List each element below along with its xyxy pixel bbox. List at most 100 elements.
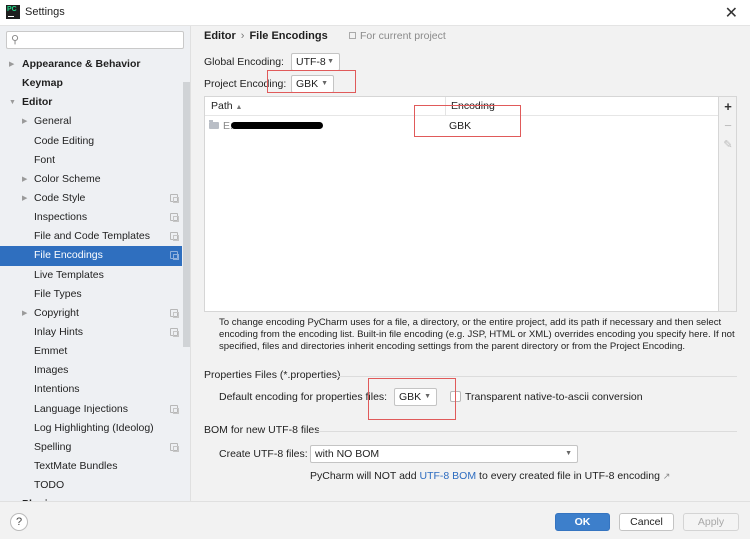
settings-search-box[interactable]: ⚲ <box>6 31 184 49</box>
table-header: Path ▲ Encoding <box>205 97 718 116</box>
sidebar-item-inspections[interactable]: Inspections <box>0 208 182 227</box>
sidebar-item-copyright[interactable]: ▶ Copyright <box>0 304 182 323</box>
chevron-down-icon: ▼ <box>321 80 328 87</box>
create-utf8-files-label: Create UTF-8 files: <box>219 448 308 460</box>
help-button[interactable]: ? <box>10 513 28 531</box>
sidebar-item-font[interactable]: Font <box>0 151 182 170</box>
sidebar-item-images[interactable]: Images <box>0 361 182 380</box>
sidebar-item-code-editing[interactable]: Code Editing <box>0 132 182 151</box>
sidebar-item-editor[interactable]: ▼ Editor <box>0 93 182 112</box>
breadcrumb-parent: Editor <box>204 30 236 42</box>
sidebar-item-code-style[interactable]: ▶ Code Style <box>0 189 182 208</box>
row-encoding[interactable]: GBK <box>449 120 471 132</box>
sidebar-item-label: Code Editing <box>34 134 95 147</box>
collapsed-arrow-icon[interactable]: ▶ <box>22 189 27 208</box>
utf8-bom-link[interactable]: UTF-8 BOM <box>420 470 477 482</box>
sidebar-item-log-highlighting-ideolog[interactable]: Log Highlighting (Ideolog) <box>0 419 182 438</box>
external-link-icon: ↗ <box>662 471 671 481</box>
sidebar-item-general[interactable]: ▶ General <box>0 112 182 131</box>
project-scope-icon <box>349 32 356 39</box>
collapsed-arrow-icon[interactable]: ▶ <box>22 170 27 189</box>
ok-button[interactable]: OK <box>555 513 610 531</box>
redacted-path-mark <box>231 122 323 129</box>
bom-group-title: BOM for new UTF-8 files <box>204 424 320 436</box>
global-encoding-select[interactable]: UTF-8 ▼ <box>291 53 340 71</box>
search-icon: ⚲ <box>11 34 20 46</box>
properties-encoding-select[interactable]: GBK ▼ <box>394 388 437 406</box>
settings-sidebar: ⚲ ▶ Appearance & Behavior Keymap ▼ Editor ▶ Ge… <box>0 26 191 501</box>
sort-ascending-icon: ▲ <box>235 104 243 111</box>
project-encoding-value: GBK <box>296 78 319 90</box>
sidebar-item-appearance-behavior[interactable]: ▶ Appearance & Behavior <box>0 55 182 74</box>
collapsed-arrow-icon[interactable]: ▶ <box>22 304 27 323</box>
sidebar-item-label: TODO <box>34 479 65 492</box>
sidebar-item-label: Inlay Hints <box>34 325 84 338</box>
sidebar-item-label: Live Templates <box>34 268 104 281</box>
project-scope-icon <box>170 327 179 337</box>
scope-note-text: For current project <box>360 30 446 42</box>
path-encoding-table: Path ▲ Encoding E: GBK <box>204 96 719 312</box>
sidebar-scrollbar[interactable] <box>183 82 190 347</box>
scope-note: For current project <box>349 30 446 42</box>
sidebar-item-label: Font <box>34 153 56 166</box>
sidebar-item-label: Emmet <box>34 345 68 358</box>
sidebar-item-label: File Types <box>34 287 82 300</box>
sidebar-item-inlay-hints[interactable]: Inlay Hints <box>0 323 182 342</box>
sidebar-item-file-and-code-templates[interactable]: File and Code Templates <box>0 227 182 246</box>
sidebar-item-label: Copyright <box>34 306 79 319</box>
default-properties-encoding-label: Default encoding for properties files: <box>219 391 388 403</box>
bom-note: PyCharm will NOT add UTF-8 BOM to every … <box>310 470 671 482</box>
sidebar-item-label: Editor <box>22 96 53 109</box>
settings-search-input[interactable] <box>23 33 181 47</box>
title-bar: PC Settings ✕ <box>0 0 750 26</box>
sidebar-item-intentions[interactable]: Intentions <box>0 380 182 399</box>
sidebar-item-todo[interactable]: TODO <box>0 476 182 495</box>
breadcrumb: Editor › File Encodings <box>204 30 328 44</box>
cancel-button[interactable]: Cancel <box>619 513 674 531</box>
sidebar-item-textmate-bundles[interactable]: TextMate Bundles <box>0 457 182 476</box>
chevron-down-icon: ▼ <box>327 58 334 65</box>
column-header-encoding[interactable]: Encoding <box>451 100 495 112</box>
sidebar-item-label: Intentions <box>34 383 80 396</box>
sidebar-item-color-scheme[interactable]: ▶ Color Scheme <box>0 170 182 189</box>
project-encoding-select[interactable]: GBK ▼ <box>291 75 334 93</box>
remove-icon[interactable]: − <box>719 118 737 134</box>
chevron-down-icon: ▼ <box>565 450 572 457</box>
expanded-arrow-icon[interactable]: ▼ <box>9 93 16 112</box>
close-icon[interactable]: ✕ <box>725 3 738 23</box>
sidebar-item-spelling[interactable]: Spelling <box>0 438 182 457</box>
sidebar-item-keymap[interactable]: Keymap <box>0 74 182 93</box>
sidebar-item-language-injections[interactable]: Language Injections <box>0 400 182 419</box>
sidebar-item-label: Inspections <box>34 211 88 224</box>
sidebar-item-file-types[interactable]: File Types <box>0 285 182 304</box>
column-separator <box>445 97 446 116</box>
chevron-down-icon: ▼ <box>424 393 431 400</box>
transparent-native-to-ascii-label[interactable]: Transparent native-to-ascii conversion <box>465 391 643 403</box>
project-encoding-label: Project Encoding: <box>204 78 287 90</box>
collapsed-arrow-icon[interactable]: ▶ <box>9 55 14 74</box>
transparent-native-to-ascii-checkbox[interactable] <box>450 391 461 402</box>
project-scope-icon <box>170 308 179 318</box>
table-row[interactable]: E: GBK <box>205 117 718 135</box>
sidebar-item-label: Language Injections <box>34 402 128 415</box>
sidebar-item-emmet[interactable]: Emmet <box>0 342 182 361</box>
create-utf8-files-value: with NO BOM <box>315 448 380 460</box>
sidebar-item-label: Code Style <box>34 191 86 204</box>
sidebar-item-label: Images <box>34 364 69 377</box>
group-divider <box>337 376 737 377</box>
window-title: Settings <box>25 6 65 18</box>
project-scope-icon <box>170 251 179 261</box>
settings-tree: ▶ Appearance & Behavior Keymap ▼ Editor ▶ Gene… <box>0 55 182 501</box>
sidebar-item-live-templates[interactable]: Live Templates <box>0 266 182 285</box>
create-utf8-files-select[interactable]: with NO BOM ▼ <box>310 445 578 463</box>
apply-button[interactable]: Apply <box>683 513 739 531</box>
project-scope-icon <box>170 404 179 414</box>
dialog-footer: ? OK Cancel Apply <box>0 501 750 539</box>
sidebar-item-label: File and Code Templates <box>34 230 150 243</box>
collapsed-arrow-icon[interactable]: ▶ <box>22 112 27 131</box>
edit-icon[interactable]: ✎ <box>719 137 737 153</box>
column-header-path[interactable]: Path ▲ <box>211 100 242 112</box>
project-scope-icon <box>170 442 179 452</box>
add-icon[interactable]: + <box>719 99 737 115</box>
sidebar-item-file-encodings[interactable]: File Encodings <box>0 246 182 266</box>
